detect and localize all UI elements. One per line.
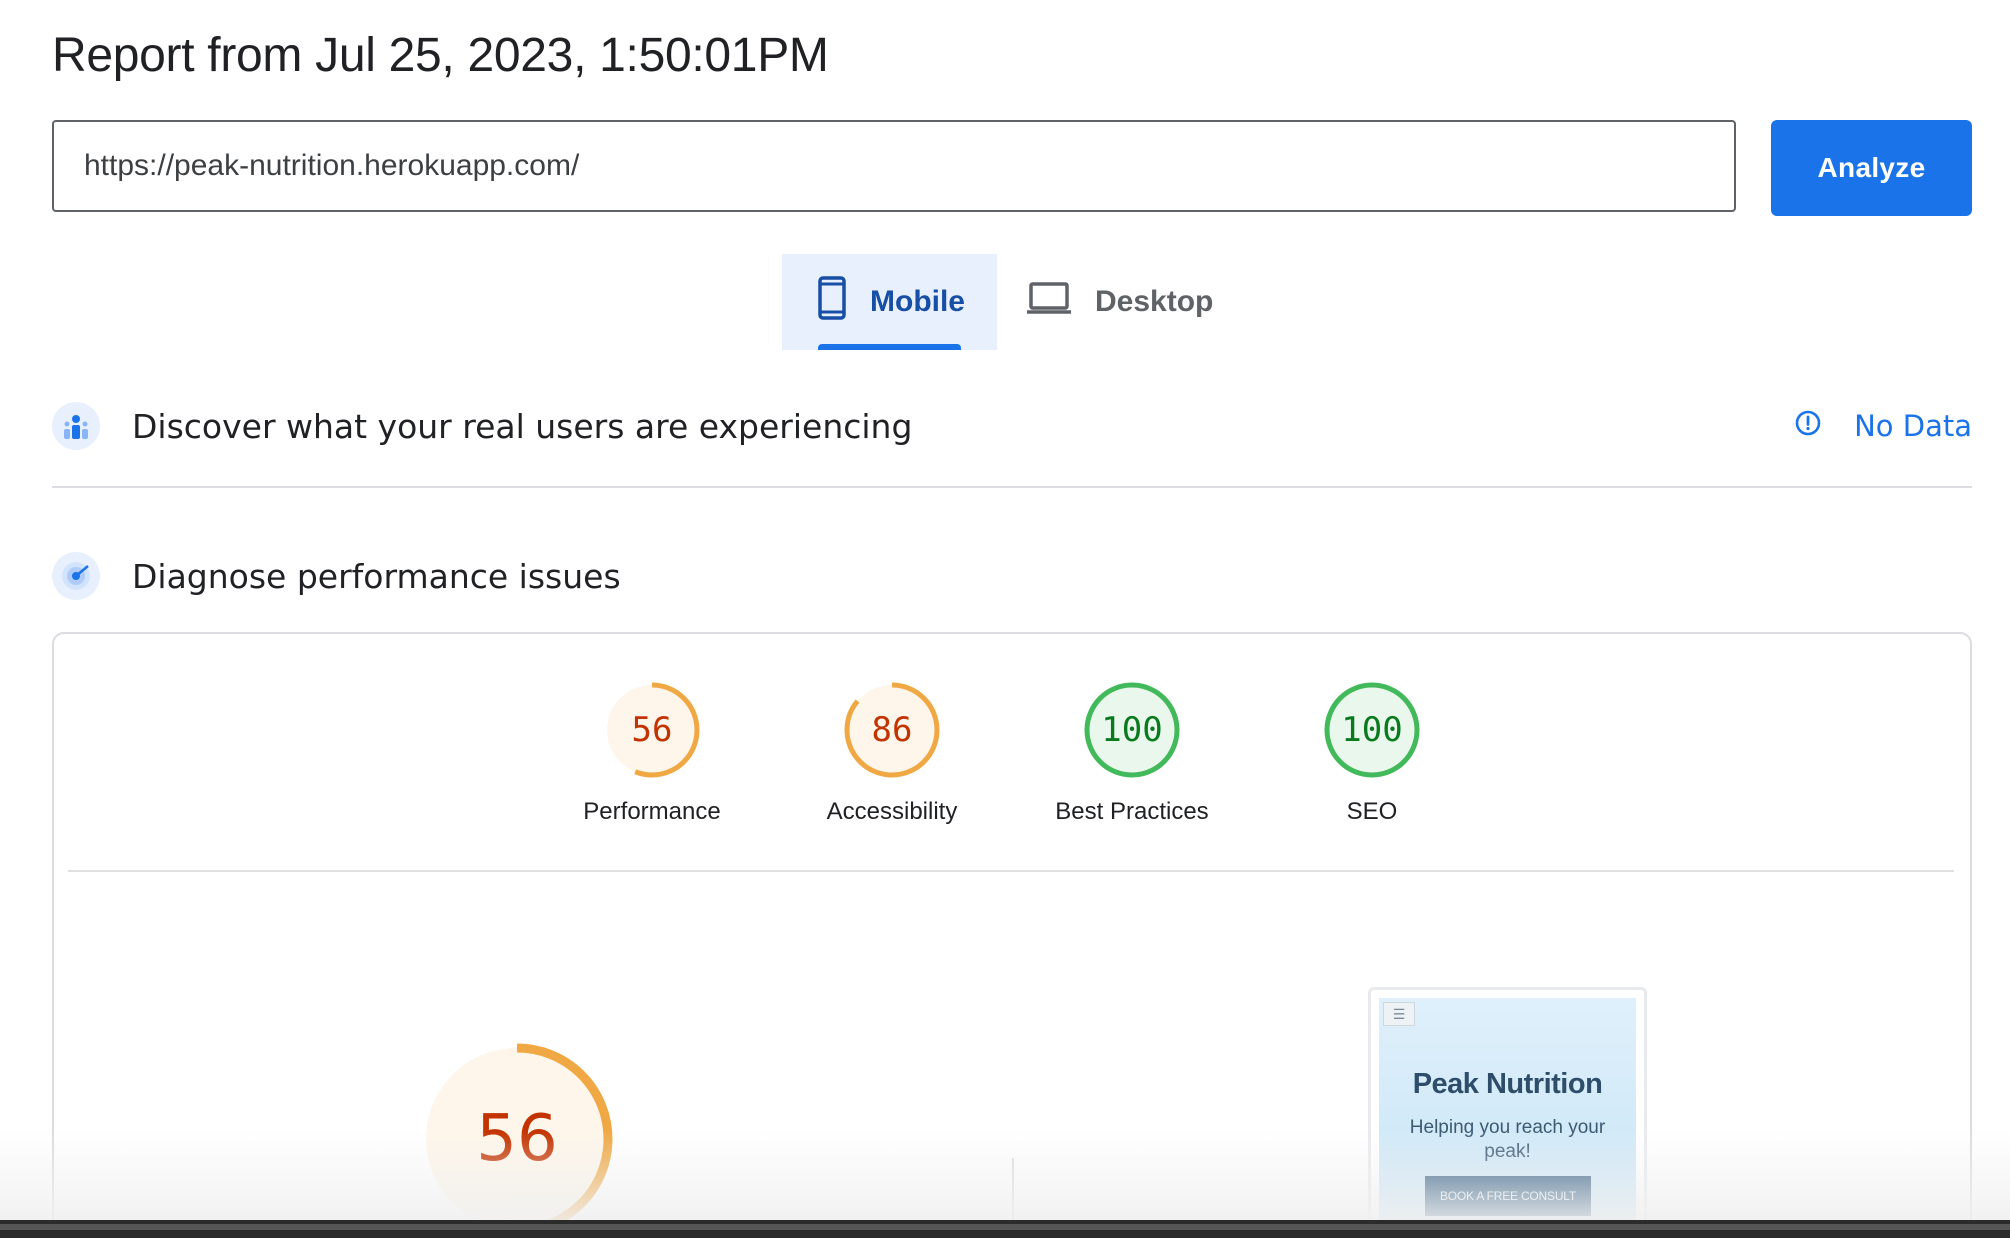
score-label: Accessibility (826, 798, 958, 825)
scrollbar-track (0, 1224, 2010, 1230)
preview-cta-button: BOOK A FREE CONSULT (1425, 1176, 1591, 1216)
card-divider (68, 870, 1954, 872)
preview-screen: ☰ Peak Nutrition Helping you reach your … (1379, 998, 1636, 1238)
radar-icon (52, 552, 100, 600)
score-value: 100 (1101, 710, 1162, 750)
hamburger-icon: ☰ (1383, 1002, 1415, 1026)
score-gauge-accessibility[interactable]: 86 Accessibility (772, 680, 1012, 826)
url-input[interactable] (52, 120, 1736, 212)
tab-desktop-label: Desktop (1095, 285, 1214, 318)
preview-site-title: Peak Nutrition (1412, 1068, 1603, 1100)
main-score-gauge: 56 (420, 1042, 614, 1238)
score-label: SEO (1346, 798, 1398, 825)
score-gauge-best-practices[interactable]: 100 Best Practices (1012, 680, 1252, 826)
tab-desktop[interactable]: Desktop (997, 254, 1245, 350)
bottom-scrollbar[interactable] (0, 1220, 2010, 1238)
score-value: 100 (1341, 710, 1402, 750)
score-value: 86 (872, 710, 913, 750)
page-title: Report from Jul 25, 2023, 1:50:01PM (52, 29, 829, 82)
score-gauge-performance[interactable]: 56 Performance (532, 680, 772, 826)
info-circle-icon (1794, 409, 1854, 444)
lab-data-section: Diagnose performance issues (52, 552, 1972, 600)
field-data-section: Discover what your real users are experi… (52, 402, 1972, 450)
score-value: 56 (632, 710, 673, 750)
users-icon (52, 402, 100, 450)
score-label: Best Practices (1055, 798, 1209, 825)
pagespeed-report-page: Report from Jul 25, 2023, 1:50:01PM Anal… (0, 0, 2010, 1238)
laptop-icon (1027, 281, 1095, 323)
preview-tagline: Helping you reach your peak! (1409, 1117, 1606, 1162)
lab-data-title: Diagnose performance issues (132, 556, 621, 596)
smartphone-icon (818, 276, 870, 328)
tab-mobile-label: Mobile (870, 285, 965, 318)
main-score-value: 56 (476, 1102, 557, 1176)
tab-mobile[interactable]: Mobile (782, 254, 997, 350)
no-data-label: No Data (1854, 409, 1972, 443)
score-gauge-seo[interactable]: 100 SEO (1252, 680, 1492, 826)
score-label: Performance (583, 798, 721, 825)
analyze-button[interactable]: Analyze (1771, 120, 1972, 216)
no-data-status[interactable]: No Data (1794, 409, 1972, 444)
device-tabs: Mobile Desktop (782, 254, 1245, 350)
field-data-title: Discover what your real users are experi… (132, 406, 913, 446)
mobile-screenshot-preview: ☰ Peak Nutrition Helping you reach your … (1368, 987, 1647, 1238)
section-divider (52, 486, 1972, 488)
